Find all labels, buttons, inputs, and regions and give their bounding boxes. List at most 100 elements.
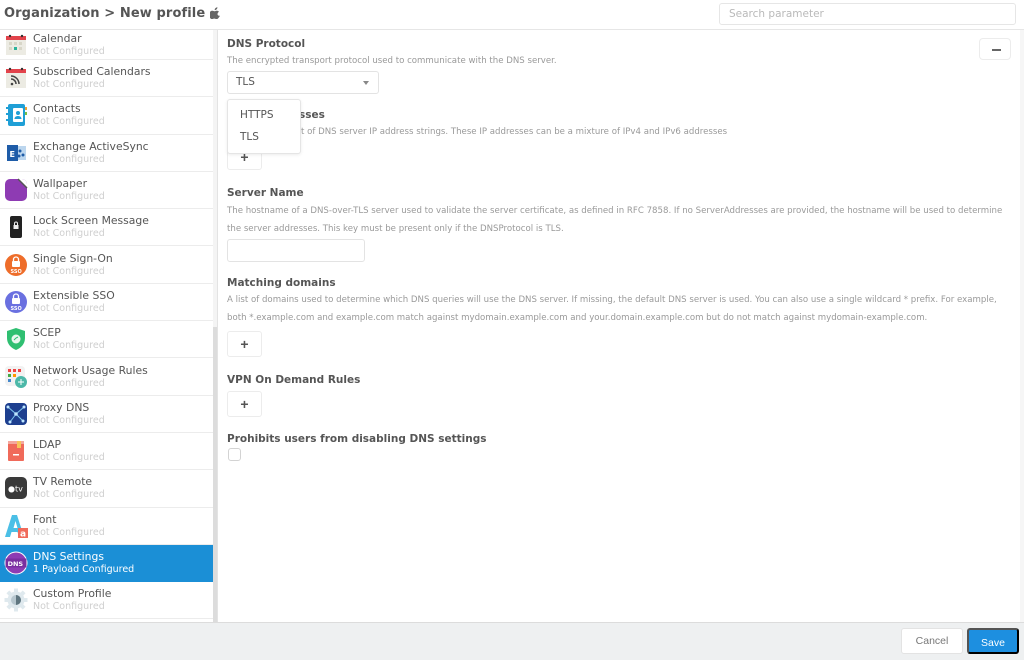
- wallpaper-icon: [4, 178, 28, 202]
- cancel-button[interactable]: Cancel: [901, 628, 963, 654]
- font-icon: a: [4, 514, 28, 539]
- sidebar-item-label: Lock Screen Message: [33, 214, 149, 228]
- sidebar-item-wallpaper[interactable]: Wallpaper Not Configured: [0, 172, 213, 210]
- sidebar-item-single-sign-on[interactable]: SSO Single Sign-On Not Configured: [0, 246, 213, 284]
- server-addresses-description: t of DNS server IP address strings. Thes…: [301, 127, 728, 137]
- sidebar-item-label: Proxy DNS: [33, 400, 90, 414]
- sso-icon: SSO: [4, 253, 28, 277]
- dns-protocol-selected-value: TLS: [236, 76, 255, 88]
- sidebar-item-status: Not Configured: [33, 45, 105, 57]
- server-name-title: Server Name: [227, 187, 304, 199]
- sidebar-item-status: Not Configured: [33, 489, 105, 501]
- sidebar-item-status: Not Configured: [33, 601, 105, 613]
- lock-screen-icon: [4, 215, 28, 239]
- dns-protocol-title: DNS Protocol: [227, 38, 306, 50]
- sidebar-item-label: Subscribed Calendars: [33, 65, 151, 79]
- dns-protocol-select[interactable]: TLS: [227, 71, 379, 94]
- sidebar-item-status: Not Configured: [33, 153, 105, 165]
- sidebar-item-label: Single Sign-On: [33, 251, 113, 265]
- sidebar-item-status: Not Configured: [33, 340, 105, 352]
- proxy-dns-icon: [4, 402, 28, 426]
- sidebar-item-lock-screen-message[interactable]: Lock Screen Message Not Configured: [0, 209, 213, 247]
- sidebar-item-status: Not Configured: [33, 191, 105, 203]
- sidebar-item-label: DNS Settings: [33, 550, 104, 563]
- sidebar-item-font[interactable]: a Font Not Configured: [0, 508, 213, 545]
- sidebar-item-label: Extensible SSO: [33, 288, 115, 302]
- prohibit-disable-checkbox[interactable]: [228, 448, 241, 461]
- save-button[interactable]: Save: [967, 628, 1019, 654]
- add-matching-domain-button[interactable]: +: [227, 331, 262, 357]
- sidebar-item-label: SCEP: [33, 326, 61, 340]
- dropdown-option-tls[interactable]: TLS: [240, 131, 259, 143]
- sidebar-item-status: 1 Payload Configured: [33, 564, 135, 575]
- sidebar-item-label: Calendar: [33, 31, 82, 45]
- sidebar-item-label: Network Usage Rules: [33, 363, 148, 377]
- dns-icon: DNS: [4, 551, 28, 575]
- extensible-sso-icon: SSO: [4, 290, 28, 314]
- breadcrumb-text: Organization > New profile: [4, 6, 206, 21]
- sidebar-item-label: Wallpaper: [33, 177, 88, 191]
- payload-list: Calendar Not Configured Subscribed Calend…: [0, 30, 213, 620]
- main-scrollbar[interactable]: [1020, 30, 1024, 622]
- sidebar-item-label: Contacts: [33, 102, 81, 116]
- server-name-input[interactable]: [227, 239, 365, 262]
- payload-sidebar: Calendar Not Configured Subscribed Calend…: [0, 30, 218, 622]
- sidebar-item-status: Not Configured: [33, 452, 105, 464]
- sidebar-item-contacts[interactable]: Contacts Not Configured: [0, 97, 213, 135]
- sidebar-item-label: TV Remote: [33, 475, 93, 489]
- prohibit-disable-title: Prohibits users from disabling DNS setti…: [227, 433, 487, 445]
- svg-text:E: E: [10, 150, 15, 159]
- sidebar-item-extensible-sso[interactable]: SSO Extensible SSO Not Configured: [0, 284, 213, 322]
- gear-icon: [4, 588, 28, 612]
- apple-icon: [209, 6, 221, 19]
- sidebar-item-subscribed-calendars[interactable]: Subscribed Calendars Not Configured: [0, 60, 213, 98]
- sidebar-scrollbar[interactable]: [213, 30, 217, 622]
- server-addresses-title: sses: [299, 109, 325, 121]
- sidebar-item-network-usage-rules[interactable]: Network Usage Rules Not Configured: [0, 358, 213, 396]
- sidebar-item-label: Font: [33, 512, 57, 526]
- calendar-icon: [4, 33, 28, 57]
- dns-protocol-description: The encrypted transport protocol used to…: [227, 56, 557, 66]
- scep-shield-icon: [4, 327, 28, 351]
- exchange-icon: E: [4, 141, 28, 165]
- dns-protocol-dropdown: HTTPS TLS: [227, 99, 301, 154]
- sidebar-item-status: Not Configured: [33, 526, 105, 538]
- sidebar-item-ldap[interactable]: LDAP Not Configured: [0, 433, 213, 471]
- vpn-on-demand-title: VPN On Demand Rules: [227, 374, 361, 386]
- collapse-payload-button[interactable]: [979, 38, 1011, 60]
- sidebar-item-label: Exchange ActiveSync: [33, 139, 149, 153]
- sidebar-item-label: LDAP: [33, 438, 62, 452]
- sidebar-item-status: Not Configured: [33, 302, 105, 314]
- sidebar-item-dns-settings[interactable]: DNS DNS Settings 1 Payload Configured: [0, 544, 213, 583]
- sidebar-item-status: Not Configured: [33, 79, 105, 91]
- sidebar-item-tv-remote[interactable]: ●tv TV Remote Not Configured: [0, 470, 213, 508]
- sidebar-item-status: Not Configured: [33, 265, 105, 277]
- sidebar-item-scep[interactable]: SCEP Not Configured: [0, 321, 213, 359]
- svg-text:●tv: ●tv: [8, 485, 23, 494]
- sidebar-item-status: Not Configured: [33, 414, 105, 426]
- sidebar-item-calendar[interactable]: Calendar Not Configured: [0, 30, 213, 60]
- sidebar-item-proxy-dns[interactable]: Proxy DNS Not Configured: [0, 396, 213, 433]
- sidebar-item-exchange-activesync[interactable]: E Exchange ActiveSync Not Configured: [0, 135, 213, 172]
- footer-bar: Cancel Save: [0, 622, 1024, 660]
- minus-icon: [992, 49, 1001, 51]
- chevron-down-icon: [363, 81, 369, 85]
- svg-text:SSO: SSO: [11, 269, 22, 275]
- matching-domains-description: A list of domains used to determine whic…: [227, 295, 997, 323]
- sidebar-scroll-thumb[interactable]: [213, 327, 217, 622]
- dns-settings-form: DNS Protocol The encrypted transport pro…: [219, 30, 1024, 622]
- add-vpn-on-demand-rule-button[interactable]: +: [227, 391, 262, 417]
- top-header: Organization > New profile: [0, 0, 1024, 30]
- sidebar-item-status: Not Configured: [33, 116, 105, 128]
- search-parameter-input[interactable]: [719, 3, 1016, 25]
- sidebar-item-custom-profile[interactable]: Custom Profile Not Configured: [0, 582, 213, 620]
- server-name-description: The hostname of a DNS-over-TLS server us…: [227, 206, 1003, 234]
- apple-tv-icon: ●tv: [4, 476, 28, 500]
- svg-text:a: a: [20, 529, 26, 539]
- breadcrumb: Organization > New profile: [4, 6, 221, 21]
- sidebar-item-status: Not Configured: [33, 377, 105, 389]
- sidebar-item-label: Custom Profile: [33, 587, 112, 601]
- dropdown-option-https[interactable]: HTTPS: [240, 109, 274, 121]
- subscribed-calendar-icon: [4, 66, 28, 90]
- ldap-icon: [4, 439, 28, 463]
